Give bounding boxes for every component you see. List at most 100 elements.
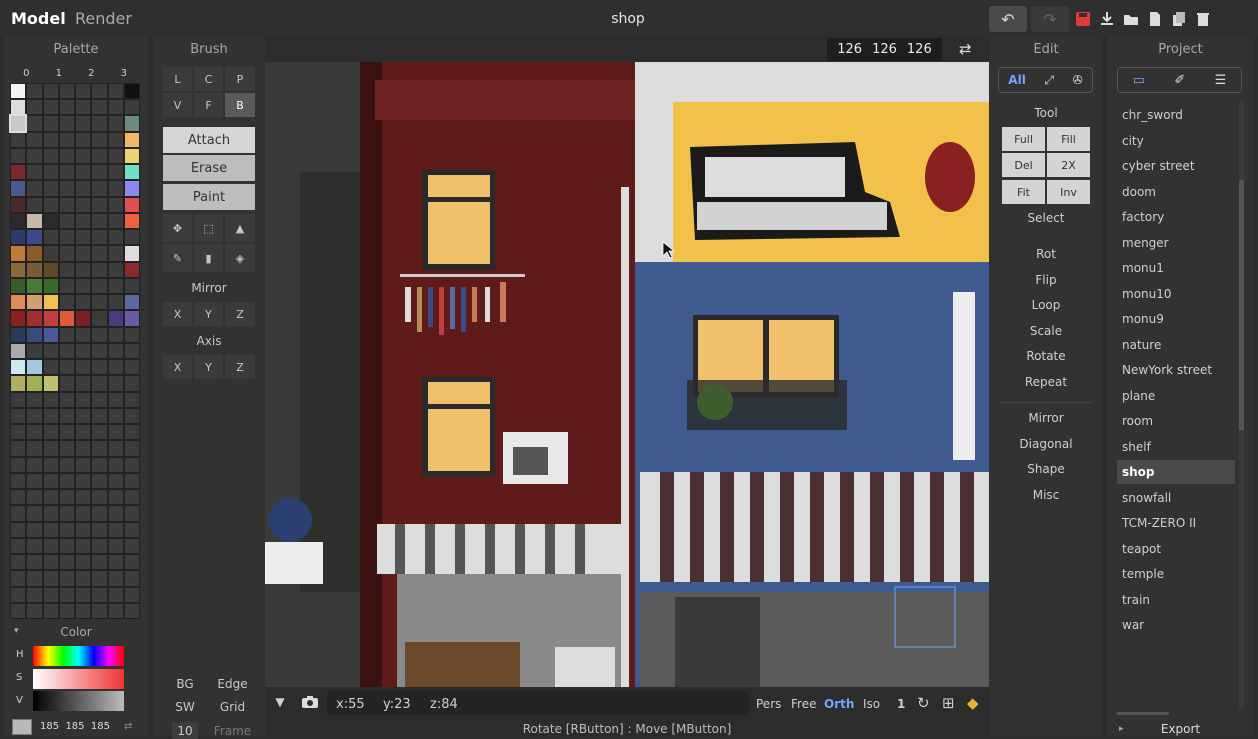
palette-cell[interactable] — [108, 343, 123, 359]
palette-cell[interactable] — [124, 181, 139, 196]
palette-cell[interactable] — [11, 360, 26, 375]
palette-cell[interactable] — [108, 522, 123, 537]
palette-cell[interactable] — [124, 603, 139, 618]
palette-cell[interactable] — [27, 230, 42, 245]
palette-cell[interactable] — [11, 181, 26, 196]
palette-cell[interactable] — [27, 571, 42, 586]
palette-cell[interactable] — [59, 473, 74, 489]
palette-cell[interactable] — [59, 408, 74, 424]
palette-cell[interactable] — [11, 506, 26, 521]
palette-cell[interactable] — [92, 327, 107, 342]
palette-cell[interactable] — [43, 490, 58, 505]
palette-cell[interactable] — [124, 538, 139, 554]
palette-cell[interactable] — [11, 230, 26, 245]
list-icon[interactable]: ☰ — [1215, 73, 1227, 88]
palette-cell[interactable] — [108, 538, 123, 554]
palette-cell[interactable] — [92, 457, 107, 472]
project-item[interactable]: NewYork street — [1117, 358, 1235, 382]
current-color-swatch[interactable] — [12, 719, 32, 735]
project-item[interactable]: menger — [1117, 231, 1235, 255]
palette-cell[interactable] — [27, 473, 42, 489]
palette-cell[interactable] — [59, 165, 74, 180]
palette-cell[interactable] — [27, 538, 42, 554]
edit-tab-all[interactable]: All — [1008, 73, 1026, 87]
palette-cell[interactable] — [108, 165, 123, 180]
wrench-icon[interactable]: ✇ — [1073, 73, 1083, 87]
export-button[interactable]: Export — [1107, 722, 1254, 736]
palette-cell[interactable] — [11, 473, 26, 489]
edge-toggle[interactable]: Edge — [210, 673, 255, 694]
palette-cell[interactable] — [43, 148, 58, 164]
palette-cell[interactable] — [59, 132, 74, 147]
palette-cell[interactable] — [11, 343, 26, 359]
palette-cell[interactable] — [92, 376, 107, 391]
palette-cell[interactable] — [59, 441, 74, 456]
palette-cell[interactable] — [76, 360, 91, 375]
eyedropper-button[interactable]: ✎ — [163, 244, 192, 272]
palette-cell[interactable] — [108, 132, 123, 147]
palette-cell[interactable] — [124, 490, 139, 505]
palette-cell[interactable] — [27, 327, 42, 342]
palette-cell[interactable] — [27, 392, 42, 407]
palette-cell[interactable] — [108, 246, 123, 261]
palette-cell[interactable] — [11, 392, 26, 407]
axis-y-button[interactable]: Y — [194, 355, 223, 379]
palette-cell[interactable] — [11, 278, 26, 294]
palette-cell[interactable] — [76, 132, 91, 147]
palette-cell[interactable] — [59, 100, 74, 115]
palette-cell[interactable] — [43, 408, 58, 424]
palette-cell[interactable] — [59, 571, 74, 586]
palette-cell[interactable] — [108, 603, 123, 618]
project-item[interactable]: monu10 — [1117, 282, 1235, 306]
save-button[interactable] — [1073, 6, 1093, 32]
palette-cell[interactable] — [11, 441, 26, 456]
palette-cell[interactable] — [11, 213, 26, 229]
palette-cell[interactable] — [76, 230, 91, 245]
palette-cell[interactable] — [43, 522, 58, 537]
palette-cell[interactable] — [124, 262, 139, 277]
palette-cell[interactable] — [59, 311, 74, 326]
palette-cell[interactable] — [124, 278, 139, 294]
palette-cell[interactable] — [108, 425, 123, 440]
swap-icon[interactable]: ⇄ — [124, 721, 132, 732]
palette-cell[interactable] — [124, 360, 139, 375]
palette-cell[interactable] — [43, 230, 58, 245]
mirror-x-button[interactable]: X — [163, 302, 192, 326]
palette-cell[interactable] — [124, 376, 139, 391]
palette-cell[interactable] — [27, 506, 42, 521]
project-item[interactable]: war — [1117, 613, 1235, 637]
import-button[interactable] — [1097, 6, 1117, 32]
palette-cell[interactable] — [76, 213, 91, 229]
perspective-button[interactable]: Pers — [756, 697, 781, 711]
palette-cell[interactable] — [92, 197, 107, 212]
palette-cell[interactable] — [92, 343, 107, 359]
palette-cell[interactable] — [124, 100, 139, 115]
palette-cell[interactable] — [11, 490, 26, 505]
palette-cell[interactable] — [92, 84, 107, 99]
palette-cell[interactable] — [124, 522, 139, 537]
value-slider[interactable] — [33, 691, 124, 711]
palette-cell[interactable] — [92, 473, 107, 489]
palette-cell[interactable] — [27, 262, 42, 277]
brush-mode-b[interactable]: B — [225, 93, 255, 117]
erase-button[interactable]: Erase — [163, 155, 255, 181]
palette-cell[interactable] — [76, 165, 91, 180]
palette-cell[interactable] — [76, 571, 91, 586]
palette-cell[interactable] — [76, 148, 91, 164]
project-item[interactable]: room — [1117, 409, 1235, 433]
palette-cell[interactable] — [11, 165, 26, 180]
palette-cell[interactable] — [92, 278, 107, 294]
palette-cell[interactable] — [8, 114, 28, 133]
project-item[interactable]: doom — [1117, 180, 1235, 204]
edit-rot[interactable]: Rot — [990, 247, 1102, 261]
palette-cell[interactable] — [27, 165, 42, 180]
palette-cell[interactable] — [11, 327, 26, 342]
palette-cell[interactable] — [11, 100, 26, 115]
palette-cell[interactable] — [124, 571, 139, 586]
palette-cell[interactable] — [59, 262, 74, 277]
orthographic-button[interactable]: Orth — [824, 697, 854, 711]
palette-cell[interactable] — [59, 278, 74, 294]
palette-cell[interactable] — [59, 506, 74, 521]
palette-cell[interactable] — [59, 197, 74, 212]
zoom-level[interactable]: 1 — [897, 697, 905, 711]
